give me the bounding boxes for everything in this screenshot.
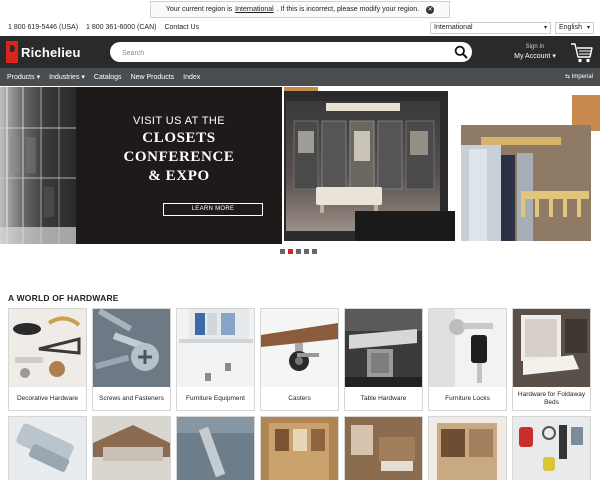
- close-icon[interactable]: ✕: [426, 5, 435, 14]
- category-image: [429, 417, 506, 480]
- account-menu[interactable]: Sign In My Account ▾: [500, 44, 570, 60]
- category-tile[interactable]: [8, 416, 87, 480]
- utility-bar: 1 800 619-5446 (USA) 1 800 361-6000 (CAN…: [0, 21, 600, 35]
- category-label: Furniture Equipment: [186, 395, 245, 402]
- chevron-down-icon: ▾: [543, 25, 547, 31]
- logo-mark-icon: [6, 41, 18, 63]
- category-image: [261, 309, 338, 387]
- nav-item-catalogs[interactable]: Catalogs: [94, 74, 122, 81]
- category-image: [345, 309, 422, 387]
- category-label: Screws and Fasteners: [99, 395, 164, 402]
- region-select[interactable]: International ▾: [430, 22, 551, 34]
- category-image: [513, 417, 590, 480]
- search-input[interactable]: [110, 43, 440, 64]
- region-notice-text: Your current region is: [165, 6, 233, 13]
- page: Your current region is International. If…: [0, 0, 600, 480]
- category-label: Hardware for Foldaway Beds: [517, 391, 586, 406]
- category-tile[interactable]: [260, 416, 339, 480]
- banner-text-panel: VISIT US AT THE CLOSETS CONFERENCE & EXP…: [76, 87, 282, 244]
- category-tile[interactable]: [176, 416, 255, 480]
- nav-item-new-products[interactable]: New Products: [131, 74, 175, 81]
- category-image: [345, 417, 422, 480]
- category-image: [93, 417, 170, 480]
- main-nav: Products ▾ Industries ▾ Catalogs New Pro…: [0, 68, 600, 86]
- section-title: A WORLD OF HARDWARE: [8, 293, 119, 303]
- carousel-dots: [280, 249, 317, 254]
- category-image: [177, 417, 254, 480]
- category-tile-table-hardware[interactable]: Table Hardware: [344, 308, 423, 411]
- region-select-value: International: [434, 24, 473, 31]
- category-label: Furniture Locks: [445, 395, 490, 402]
- category-image: [93, 309, 170, 387]
- unit-toggle[interactable]: ⇆ Imperial: [565, 73, 593, 80]
- nav-item-products[interactable]: Products ▾: [7, 73, 40, 81]
- phone-can[interactable]: 1 800 361-6000 (CAN): [86, 24, 156, 31]
- chevron-down-icon: ▾: [552, 53, 556, 60]
- category-image: [513, 309, 590, 387]
- category-tile[interactable]: [344, 416, 423, 480]
- decor-dark-block: [355, 211, 455, 241]
- contact-link[interactable]: Contact Us: [164, 24, 199, 31]
- carousel-dot[interactable]: [280, 249, 285, 254]
- logo-text: Richelieu: [21, 44, 81, 60]
- category-image: [429, 309, 506, 387]
- category-tile[interactable]: [428, 416, 507, 480]
- region-notice-text-after: . If this is incorrect, please modify yo…: [276, 6, 420, 13]
- logo[interactable]: Richelieu: [6, 40, 81, 64]
- category-tile[interactable]: [512, 416, 591, 480]
- category-tile-foldaway-beds[interactable]: Hardware for Foldaway Beds: [512, 308, 591, 411]
- valet-rack-image: [461, 125, 591, 241]
- category-tile-decorative-hardware[interactable]: Decorative Hardware: [8, 308, 87, 411]
- search-icon[interactable]: [454, 45, 468, 59]
- search-bar: [110, 42, 472, 64]
- region-link[interactable]: International: [235, 6, 274, 13]
- category-tile-furniture-equipment[interactable]: Furniture Equipment: [176, 308, 255, 411]
- banner-line1: VISIT US AT THE: [133, 115, 225, 127]
- category-image: [261, 417, 338, 480]
- my-account-label: My Account: [514, 53, 551, 60]
- swap-icon: ⇆: [564, 74, 570, 80]
- banner-headline: CLOSETS CONFERENCE & EXPO: [123, 130, 235, 184]
- carousel-dot[interactable]: [312, 249, 317, 254]
- sign-in-link[interactable]: Sign In: [500, 44, 570, 50]
- language-select[interactable]: English ▾: [555, 22, 594, 34]
- carousel-dot[interactable]: [304, 249, 309, 254]
- category-label: Casters: [288, 395, 311, 402]
- category-tile-screws-and-fasteners[interactable]: Screws and Fasteners: [92, 308, 171, 411]
- header: Richelieu Sign In My Account ▾: [0, 36, 600, 68]
- category-image: [9, 417, 86, 480]
- nav-item-industries[interactable]: Industries ▾: [49, 73, 85, 81]
- category-image: [177, 309, 254, 387]
- chevron-down-icon: ▾: [586, 25, 590, 31]
- learn-more-button[interactable]: LEARN MORE: [163, 203, 263, 216]
- category-tile-casters[interactable]: Casters: [260, 308, 339, 411]
- nav-item-index[interactable]: Index: [183, 74, 200, 81]
- region-notice: Your current region is International. If…: [150, 1, 450, 18]
- category-image: [9, 309, 86, 387]
- category-label: Decorative Hardware: [16, 395, 79, 402]
- category-tile[interactable]: [92, 416, 171, 480]
- carousel-dot[interactable]: [288, 249, 293, 254]
- cart-icon[interactable]: [570, 42, 594, 64]
- language-select-value: English: [559, 24, 582, 31]
- category-tile-furniture-locks[interactable]: Furniture Locks: [428, 308, 507, 411]
- hero-banner[interactable]: VISIT US AT THE CLOSETS CONFERENCE & EXP…: [0, 87, 600, 244]
- closet-image: [0, 87, 76, 244]
- category-label: Table Hardware: [360, 395, 407, 402]
- carousel-dot[interactable]: [296, 249, 301, 254]
- phone-usa[interactable]: 1 800 619-5446 (USA): [8, 24, 78, 31]
